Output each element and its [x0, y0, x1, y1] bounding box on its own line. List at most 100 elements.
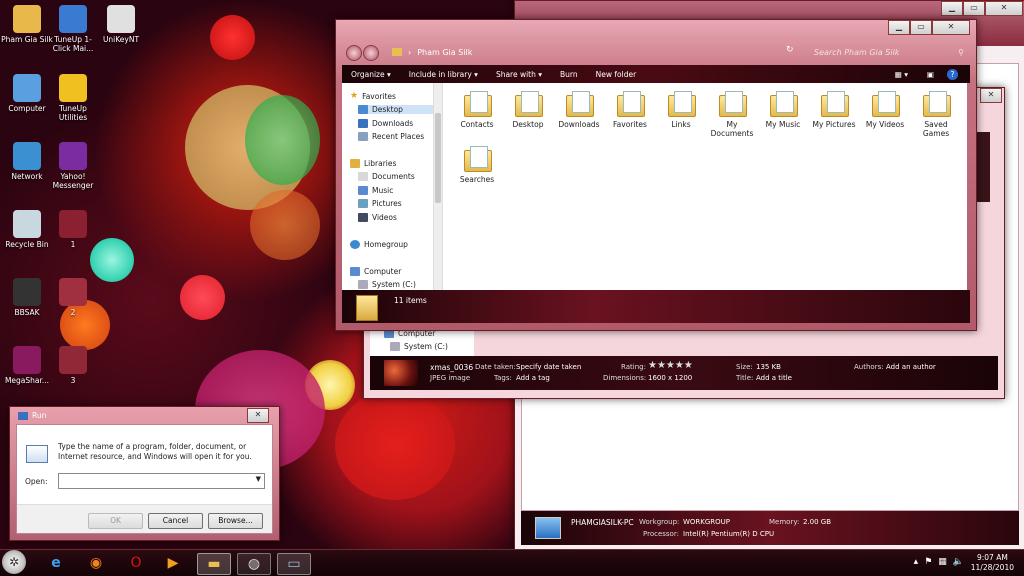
nav-computer[interactable]: Computer [350, 267, 401, 276]
maximize-button[interactable]: ▭ [963, 1, 985, 16]
help-icon[interactable]: ? [947, 68, 958, 80]
address-bar[interactable]: › Pham Gia Silk [388, 45, 778, 59]
folder-item[interactable]: Downloads [554, 91, 604, 129]
burn-button[interactable]: Burn [551, 70, 587, 79]
tags-value[interactable]: Add a tag [516, 374, 550, 382]
recycle-bin-icon [13, 210, 41, 238]
open-label: Open: [25, 477, 48, 486]
search-input[interactable]: Search Pham Gia Silk [814, 48, 899, 57]
nav-system-drive[interactable]: System (C:) [358, 280, 416, 289]
flag-icon[interactable]: ⚑ [924, 557, 932, 567]
close-button[interactable]: ✕ [932, 20, 970, 35]
desktop-icon[interactable]: TuneUp 1-Click Mai... [46, 5, 100, 53]
nav-pictures[interactable]: Pictures [358, 199, 402, 208]
taskbar: ✲ e ◉ O ▶ ▬ ◍ ▭ ▴ ⚑ ▦ 🔈 9:07 AM 11/28/20… [0, 549, 1024, 576]
desktop-icon[interactable]: 3 [46, 346, 100, 385]
desktop-icon[interactable]: Yahoo! Messenger [46, 142, 100, 190]
show-hidden-icons-icon[interactable]: ▴ [914, 557, 919, 567]
title-value[interactable]: Add a title [756, 374, 792, 382]
nav-desktop[interactable]: Desktop [358, 105, 436, 114]
organize-menu[interactable]: Organize ▾ [342, 70, 400, 79]
media-player-icon[interactable]: ▶ [157, 553, 189, 573]
folder-item[interactable]: Searches [452, 146, 502, 184]
close-button[interactable]: ✕ [980, 88, 1002, 103]
desktop-icon[interactable]: 1 [46, 210, 100, 249]
refresh-button[interactable]: ↻ [786, 45, 794, 55]
search-box[interactable]: Search Pham Gia Silk ⚲ [814, 45, 964, 59]
nav-scroll-thumb[interactable] [435, 113, 441, 203]
folder-label: Contacts [460, 120, 494, 129]
folder-item[interactable]: Links [656, 91, 706, 129]
folder-icon [566, 91, 594, 117]
close-button[interactable]: ✕ [247, 408, 269, 423]
desktop-icon[interactable]: UniKeyNT [94, 5, 148, 44]
caption-buttons[interactable]: ▁ ▭ ✕ [888, 20, 970, 35]
run-program-icon [26, 445, 48, 463]
minimize-button[interactable]: ▁ [888, 20, 910, 35]
nav-scrollbar[interactable] [433, 83, 442, 290]
nav-videos[interactable]: Videos [358, 213, 397, 222]
desktop-icon-label: TuneUp 1-Click Mai... [52, 35, 94, 53]
nav-favorites[interactable]: ★ Favorites [350, 91, 396, 101]
close-button[interactable]: ✕ [985, 1, 1023, 16]
image-thumb-icon [59, 346, 87, 374]
nav-downloads[interactable]: Downloads [358, 119, 413, 128]
caption-buttons[interactable]: ▁ ▭ ✕ [941, 1, 1023, 16]
open-combobox[interactable]: ▼ [58, 473, 265, 489]
folder-item[interactable]: Desktop [503, 91, 553, 129]
share-with-menu[interactable]: Share with ▾ [487, 70, 551, 79]
clock-time: 9:07 AM [976, 553, 1008, 562]
rating-stars[interactable]: ★★★★★ [648, 360, 693, 371]
preview-pane-icon[interactable]: ▣ [927, 70, 934, 79]
opera-icon[interactable]: O [120, 553, 152, 573]
nav-documents[interactable]: Documents [358, 172, 415, 181]
maximize-button[interactable]: ▭ [910, 20, 932, 35]
nav-homegroup[interactable]: Homegroup [350, 240, 408, 249]
desktop-icon[interactable]: 2 [46, 278, 100, 317]
views-icon[interactable]: ▦ ▾ [895, 70, 908, 79]
date-taken-value[interactable]: Specify date taken [516, 363, 581, 371]
folder-item[interactable]: Contacts [452, 91, 502, 129]
back-button[interactable] [346, 45, 362, 61]
include-library-menu[interactable]: Include in library ▾ [400, 70, 487, 79]
clock[interactable]: 9:07 AM 11/28/2010 [971, 553, 1014, 573]
nav-libraries[interactable]: Libraries [350, 159, 396, 168]
folder-label: Searches [459, 175, 495, 184]
nav-system-drive[interactable]: System (C:) [390, 342, 448, 351]
start-button[interactable]: ✲ [2, 550, 26, 574]
cancel-button[interactable]: Cancel [148, 513, 203, 529]
ok-button[interactable]: OK [88, 513, 143, 529]
folder-item[interactable]: My Documents [707, 91, 757, 138]
firefox-icon[interactable]: ◉ [80, 553, 112, 573]
folder-item[interactable]: My Music [758, 91, 808, 129]
folder-item[interactable]: My Videos [860, 91, 910, 129]
run-dialog[interactable]: Run ✕ Type the name of a program, folder… [9, 406, 280, 541]
control-panel-taskbar-button[interactable]: ◍ [237, 553, 271, 575]
run-taskbar-button[interactable]: ▭ [277, 553, 311, 575]
downloads-icon [358, 119, 368, 128]
caption-buttons[interactable]: ✕ [980, 88, 1002, 103]
volume-icon[interactable]: 🔈 [953, 557, 964, 567]
nav-recent-places[interactable]: Recent Places [358, 132, 424, 141]
folder-icon [356, 295, 378, 321]
minimize-button[interactable]: ▁ [941, 1, 963, 16]
workgroup-value: WORKGROUP [683, 518, 731, 526]
folder-item[interactable]: Favorites [605, 91, 655, 129]
desktop-icon-label: TuneUp Utilities [58, 104, 88, 122]
network-tray-icon[interactable]: ▦ [938, 557, 947, 567]
authors-value[interactable]: Add an author [886, 363, 936, 371]
browse-button[interactable]: Browse... [208, 513, 263, 529]
folder-item[interactable]: My Pictures [809, 91, 859, 129]
explorer-taskbar-button[interactable]: ▬ [197, 553, 231, 575]
new-folder-button[interactable]: New folder [587, 70, 646, 79]
forward-button[interactable] [363, 45, 379, 61]
desktop-icon[interactable]: TuneUp Utilities [46, 74, 100, 122]
chevron-down-icon[interactable]: ▼ [256, 475, 261, 483]
nav-music[interactable]: Music [358, 186, 393, 195]
explorer-window[interactable]: ▁ ▭ ✕ › Pham Gia Silk ↻ Search Pham Gia … [335, 19, 977, 331]
folder-item[interactable]: Saved Games [911, 91, 961, 138]
caption-buttons[interactable]: ✕ [247, 408, 269, 423]
drive-icon [390, 342, 400, 351]
navigation-pane[interactable]: ★ Favorites Desktop Downloads Recent Plac… [342, 83, 443, 290]
internet-explorer-icon[interactable]: e [40, 553, 72, 573]
